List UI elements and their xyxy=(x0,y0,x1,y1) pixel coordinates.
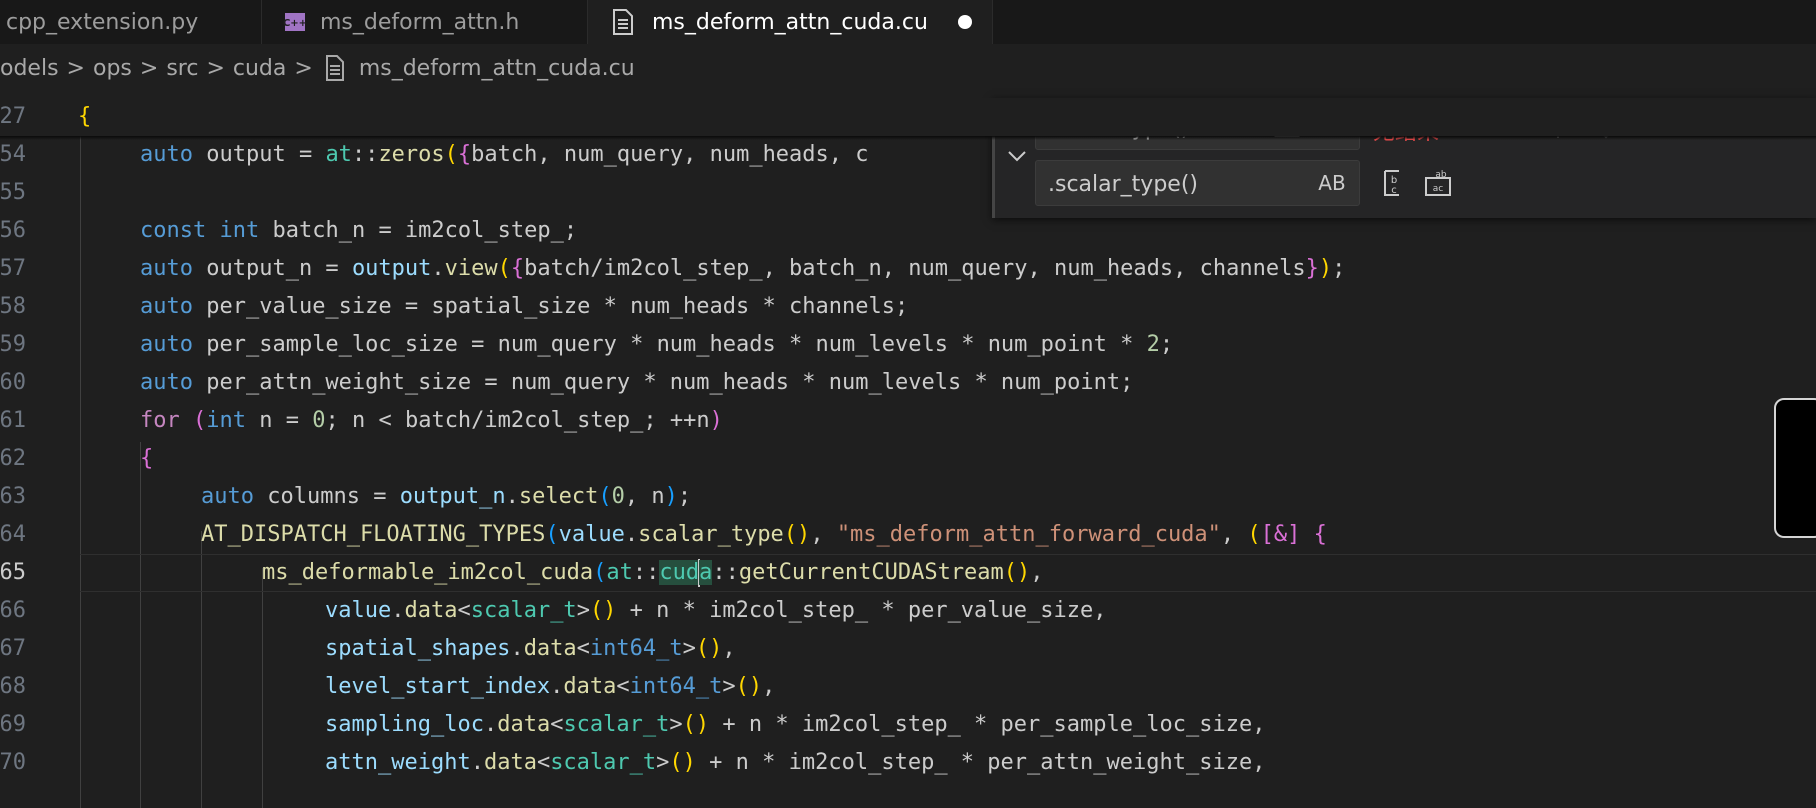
tab-bar: cpp_extension.py C++ ms_deform_attn.h ms… xyxy=(0,0,1816,44)
breadcrumb-item[interactable]: src xyxy=(166,56,198,81)
line-number: 55 xyxy=(0,180,26,205)
svg-text:ab: ab xyxy=(1435,170,1447,180)
preserve-case-button[interactable]: AB xyxy=(1314,169,1350,197)
breadcrumb-file[interactable]: ms_deform_attn_cuda.cu xyxy=(359,56,635,81)
code-line[interactable]: 68 level_start_index.data<int64_t>(), xyxy=(0,668,1816,706)
code-line[interactable]: 62 { xyxy=(0,440,1816,478)
code-line[interactable]: 63 auto columns = output_n.select(0, n); xyxy=(0,478,1816,516)
sticky-scroll-shadow xyxy=(0,136,1816,140)
code-line[interactable]: 60 auto per_attn_weight_size = num_query… xyxy=(0,364,1816,402)
code-line[interactable]: 57 auto output_n = output.view({batch/im… xyxy=(0,250,1816,288)
breadcrumb: odels > ops > src > cuda > ms_deform_att… xyxy=(0,52,635,84)
sticky-scroll-line[interactable]: 27 { xyxy=(0,98,1816,136)
code-line[interactable]: 64 AT_DISPATCH_FLOATING_TYPES(value.scal… xyxy=(0,516,1816,554)
line-number: 62 xyxy=(0,446,26,471)
tab-label: ms_deform_attn_cuda.cu xyxy=(652,9,928,35)
replace-all-icon: ab ac xyxy=(1425,170,1451,196)
code-text: ms_deformable_im2col_cuda(at::cuda::getC… xyxy=(262,559,1044,587)
code-text: auto output = at::zeros({batch, num_quer… xyxy=(140,142,869,167)
breadcrumb-separator: > xyxy=(294,55,313,81)
floating-overlay-panel[interactable] xyxy=(1774,398,1816,538)
breadcrumb-separator: > xyxy=(66,55,85,81)
line-number: 56 xyxy=(0,218,26,243)
replace-button[interactable]: bc xyxy=(1377,168,1407,198)
code-text: AT_DISPATCH_FLOATING_TYPES(value.scalar_… xyxy=(201,522,1327,547)
code-brace: { xyxy=(78,104,92,129)
breadcrumb-item[interactable]: odels xyxy=(0,56,59,81)
code-text: spatial_shapes.data<int64_t>(), xyxy=(325,636,736,661)
line-number: 69 xyxy=(0,712,26,737)
code-text: auto columns = output_n.select(0, n); xyxy=(201,484,692,509)
tab-ms-deform-attn-h[interactable]: C++ ms_deform_attn.h xyxy=(262,0,588,44)
code-text: level_start_index.data<int64_t>(), xyxy=(325,674,776,699)
code-text: const int batch_n = im2col_step_; xyxy=(140,218,578,243)
tab-ms-deform-attn-cuda[interactable]: ms_deform_attn_cuda.cu xyxy=(588,0,993,44)
line-number: 66 xyxy=(0,598,26,623)
line-number: 27 xyxy=(0,104,26,129)
line-number: 59 xyxy=(0,332,26,357)
code-line[interactable]: 70 attn_weight.data<scalar_t>() + n * im… xyxy=(0,744,1816,782)
code-line[interactable]: 69 sampling_loc.data<scalar_t>() + n * i… xyxy=(0,706,1816,744)
code-line[interactable]: 58 auto per_value_size = spatial_size * … xyxy=(0,288,1816,326)
line-number: 54 xyxy=(0,142,26,167)
breadcrumb-separator: > xyxy=(139,55,159,81)
svg-text:ac: ac xyxy=(1433,184,1444,194)
code-text: for (int n = 0; n < batch/im2col_step_; … xyxy=(140,408,723,433)
replace-field: AB xyxy=(1035,160,1360,207)
code-line[interactable]: 66 value.data<scalar_t>() + n * im2col_s… xyxy=(0,592,1816,630)
replace-input[interactable] xyxy=(1036,161,1220,207)
code-line[interactable]: 61 for (int n = 0; n < batch/im2col_step… xyxy=(0,402,1816,440)
line-number: 67 xyxy=(0,636,26,661)
line-number: 61 xyxy=(0,408,26,433)
line-number: 58 xyxy=(0,294,26,319)
breadcrumb-item[interactable]: cuda xyxy=(233,56,287,81)
toggle-replace-button[interactable] xyxy=(1003,138,1031,174)
line-number: 68 xyxy=(0,674,26,699)
code-line[interactable]: 67 spatial_shapes.data<int64_t>(), xyxy=(0,630,1816,668)
svg-text:c: c xyxy=(1391,185,1397,196)
code-text: auto output_n = output.view({batch/im2co… xyxy=(140,256,1346,281)
code-text: auto per_value_size = spatial_size * num… xyxy=(140,294,909,319)
line-number: 57 xyxy=(0,256,26,281)
line-number: 64 xyxy=(0,522,26,547)
line-number: 60 xyxy=(0,370,26,395)
breadcrumb-separator: > xyxy=(206,55,225,81)
file-icon xyxy=(325,55,345,81)
code-text: sampling_loc.data<scalar_t>() + n * im2c… xyxy=(325,712,1266,737)
code-line[interactable]: 59 auto per_sample_loc_size = num_query … xyxy=(0,326,1816,364)
tab-label: cpp_extension.py xyxy=(6,9,199,35)
svg-text:C++: C++ xyxy=(283,18,307,29)
file-icon xyxy=(612,9,634,35)
replace-all-button[interactable]: ab ac xyxy=(1423,168,1453,198)
line-number: 70 xyxy=(0,750,26,775)
code-text: auto per_attn_weight_size = num_query * … xyxy=(140,370,1134,395)
code-text: value.data<scalar_t>() + n * im2col_step… xyxy=(325,598,1107,623)
line-number: 65 xyxy=(0,560,26,585)
code-brace: { xyxy=(140,446,154,471)
chevron-down-icon xyxy=(1008,151,1026,162)
cpp-header-icon: C++ xyxy=(282,11,308,33)
tab-cpp-extension[interactable]: cpp_extension.py xyxy=(0,0,262,44)
code-text: auto per_sample_loc_size = num_query * n… xyxy=(140,332,1174,357)
code-line-current[interactable]: 65 ms_deformable_im2col_cuda(at::cuda::g… xyxy=(0,554,1816,592)
line-number: 63 xyxy=(0,484,26,509)
tab-label: ms_deform_attn.h xyxy=(320,9,520,35)
unsaved-dot-icon[interactable] xyxy=(958,15,972,29)
code-text: attn_weight.data<scalar_t>() + n * im2co… xyxy=(325,750,1266,775)
breadcrumb-item[interactable]: ops xyxy=(93,56,132,81)
replace-icon: bc xyxy=(1384,170,1399,196)
